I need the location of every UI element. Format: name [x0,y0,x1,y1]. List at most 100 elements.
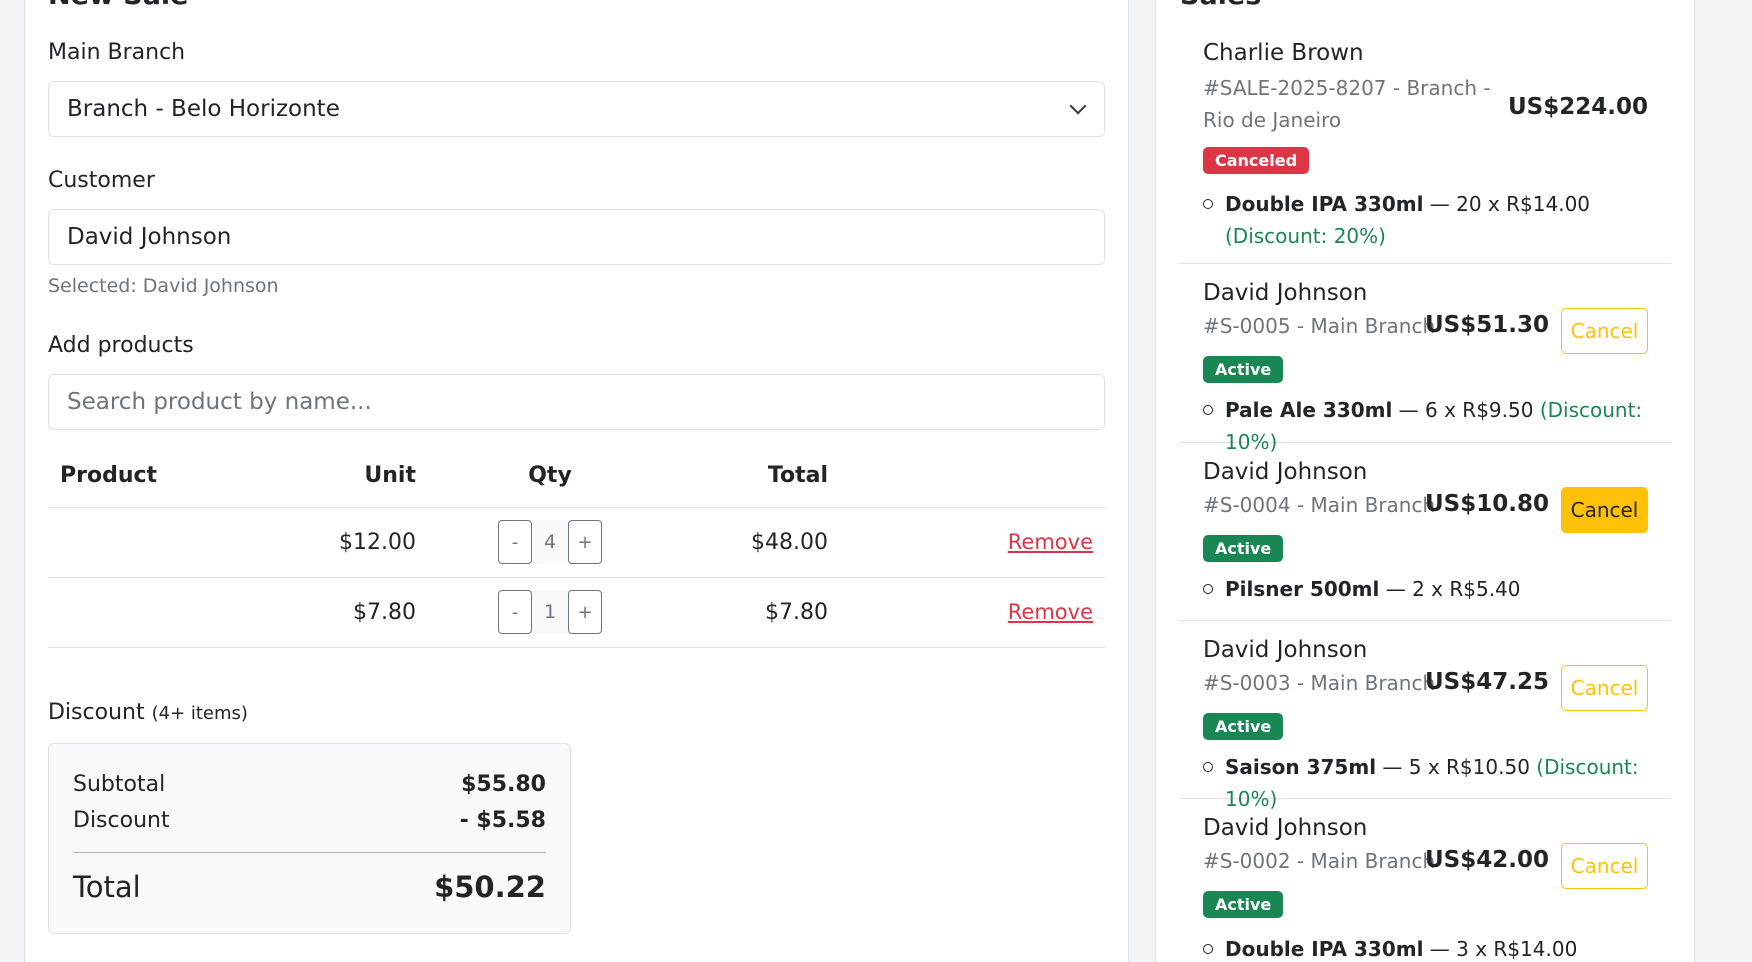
status-badge: Active [1203,891,1284,918]
qty-decrement-button[interactable]: - [498,590,532,634]
table-row: $7.80 - 1 + $7.80 Remove [48,577,1105,648]
summary-total-row: Total $50.22 [73,870,546,904]
products-label: Add products [48,333,194,358]
new-sale-card: New Sale Main Branch Branch - Belo Horiz… [24,0,1129,962]
customer-input-value: David Johnson [67,224,232,250]
cell-product [48,507,268,578]
cell-total: $7.80 [672,577,840,648]
sale-line-text: Double IPA 330ml — 20 x R$14.00 (Discoun… [1225,188,1653,252]
cell-unit: $7.80 [268,577,428,648]
table-header-row: Product Unit Qty Total [48,445,1105,508]
sale-meta: #S-0004 - Main Branch [1203,493,1436,517]
table-row: $12.00 - 4 + $48.00 Remove [48,507,1105,578]
sale-line-product: Double IPA 330ml [1225,192,1424,216]
sale-item: David Johnson #S-0002 - Main Branch US$4… [1179,799,1671,962]
sale-line-text: Pilsner 500ml — 2 x R$5.40 [1225,573,1521,605]
cell-actions: Remove [840,577,1105,648]
sale-customer-name: Charlie Brown [1203,40,1364,66]
sale-line-item: Pilsner 500ml — 2 x R$5.40 [1203,573,1663,605]
sale-item: Charlie Brown #SALE-2025-8207 - Branch -… [1179,18,1671,264]
discount-heading: Discount (4+ items) [48,700,248,725]
col-header-total: Total [672,445,840,508]
new-sale-title: New Sale [48,0,188,9]
summary-total-value: $50.22 [434,870,546,904]
sale-line-item: Double IPA 330ml — 3 x R$14.00 [1203,933,1663,962]
sale-meta: #SALE-2025-8207 - Branch - Rio de Janeir… [1203,76,1491,132]
discount-heading-label: Discount [48,700,145,725]
sale-item: David Johnson #S-0004 - Main Branch US$1… [1179,443,1671,621]
cell-qty: - 1 + [428,577,672,648]
sale-meta: #S-0003 - Main Branch [1203,671,1436,695]
summary-discount-row: Discount - $5.58 [73,808,546,833]
chevron-down-icon [1069,97,1087,115]
col-header-product: Product [48,445,268,508]
product-search-input[interactable]: Search product by name... [48,374,1105,430]
sale-customer-name: David Johnson [1203,637,1368,663]
summary-subtotal-label: Subtotal [73,772,166,797]
sale-item: David Johnson #S-0005 - Main Branch US$5… [1179,264,1671,454]
sale-line-text: Double IPA 330ml — 3 x R$14.00 [1225,933,1577,962]
branch-select[interactable]: Branch - Belo Horizonte [48,81,1105,137]
products-table: Product Unit Qty Total $12.00 - 4 + $48.… [48,445,1105,648]
customer-selected-text: Selected: David Johnson [48,275,279,297]
cancel-sale-button[interactable]: Cancel [1561,308,1648,354]
cell-unit: $12.00 [268,507,428,578]
remove-link[interactable]: Remove [1008,600,1093,624]
summary-subtotal-row: Subtotal $55.80 [73,772,546,797]
discount-heading-note: (4+ items) [151,703,248,724]
sale-line-product: Saison 375ml [1225,755,1377,779]
qty-increment-button[interactable]: + [568,520,602,564]
qty-increment-button[interactable]: + [568,590,602,634]
summary-subtotal-value: $55.80 [461,772,546,797]
col-header-qty: Qty [428,445,672,508]
sale-line-item: Double IPA 330ml — 20 x R$14.00 (Discoun… [1203,188,1653,252]
sale-line-detail: — 6 x R$9.50 [1398,398,1534,422]
sale-customer-name: David Johnson [1203,280,1368,306]
cell-total: $48.00 [672,507,840,578]
status-badge: Canceled [1203,147,1310,174]
summary-discount-value: - $5.58 [459,808,546,833]
cancel-sale-button[interactable]: Cancel [1561,487,1648,533]
cancel-sale-button[interactable]: Cancel [1561,843,1648,889]
qty-value: 4 [532,520,568,564]
bullet-icon [1203,762,1213,772]
cell-qty: - 4 + [428,507,672,578]
cell-actions: Remove [840,507,1105,578]
status-badge: Active [1203,535,1284,562]
sale-line-product: Pale Ale 330ml [1225,398,1393,422]
bullet-icon [1203,405,1213,415]
status-badge: Active [1203,356,1284,383]
sale-line-discount: (Discount: 20%) [1225,224,1386,248]
sale-line-detail: — 3 x R$14.00 [1429,937,1578,961]
bullet-icon [1203,199,1213,209]
cancel-sale-button[interactable]: Cancel [1561,665,1648,711]
summary-discount-label: Discount [73,808,170,833]
bullet-icon [1203,584,1213,594]
summary-total-label: Total [73,870,141,904]
sales-card: Sales Charlie Brown #SALE-2025-8207 - Br… [1155,0,1695,962]
cell-product [48,577,268,648]
sale-amount: US$47.25 [1425,669,1549,695]
customer-input[interactable]: David Johnson [48,209,1105,265]
sale-line-product: Double IPA 330ml [1225,937,1424,961]
sale-line-product: Pilsner 500ml [1225,577,1380,601]
sale-customer-name: David Johnson [1203,815,1368,841]
summary-divider [73,852,546,853]
sale-amount: US$224.00 [1508,94,1648,120]
sale-line-detail: — 20 x R$14.00 [1429,192,1591,216]
qty-decrement-button[interactable]: - [498,520,532,564]
product-search-placeholder: Search product by name... [67,389,372,415]
sales-title: Sales [1180,0,1261,9]
branch-label: Main Branch [48,40,186,65]
sale-amount: US$42.00 [1425,847,1549,873]
remove-link[interactable]: Remove [1008,530,1093,554]
order-summary: Subtotal $55.80 Discount - $5.58 Total $… [48,743,571,934]
quantity-stepper: - 1 + [498,590,602,634]
qty-value: 1 [532,590,568,634]
status-badge: Active [1203,713,1284,740]
sale-meta: #S-0005 - Main Branch [1203,314,1436,338]
sale-line-detail: — 2 x R$5.40 [1385,577,1521,601]
sale-meta: #S-0002 - Main Branch [1203,849,1436,873]
bullet-icon [1203,944,1213,954]
quantity-stepper: - 4 + [498,520,602,564]
